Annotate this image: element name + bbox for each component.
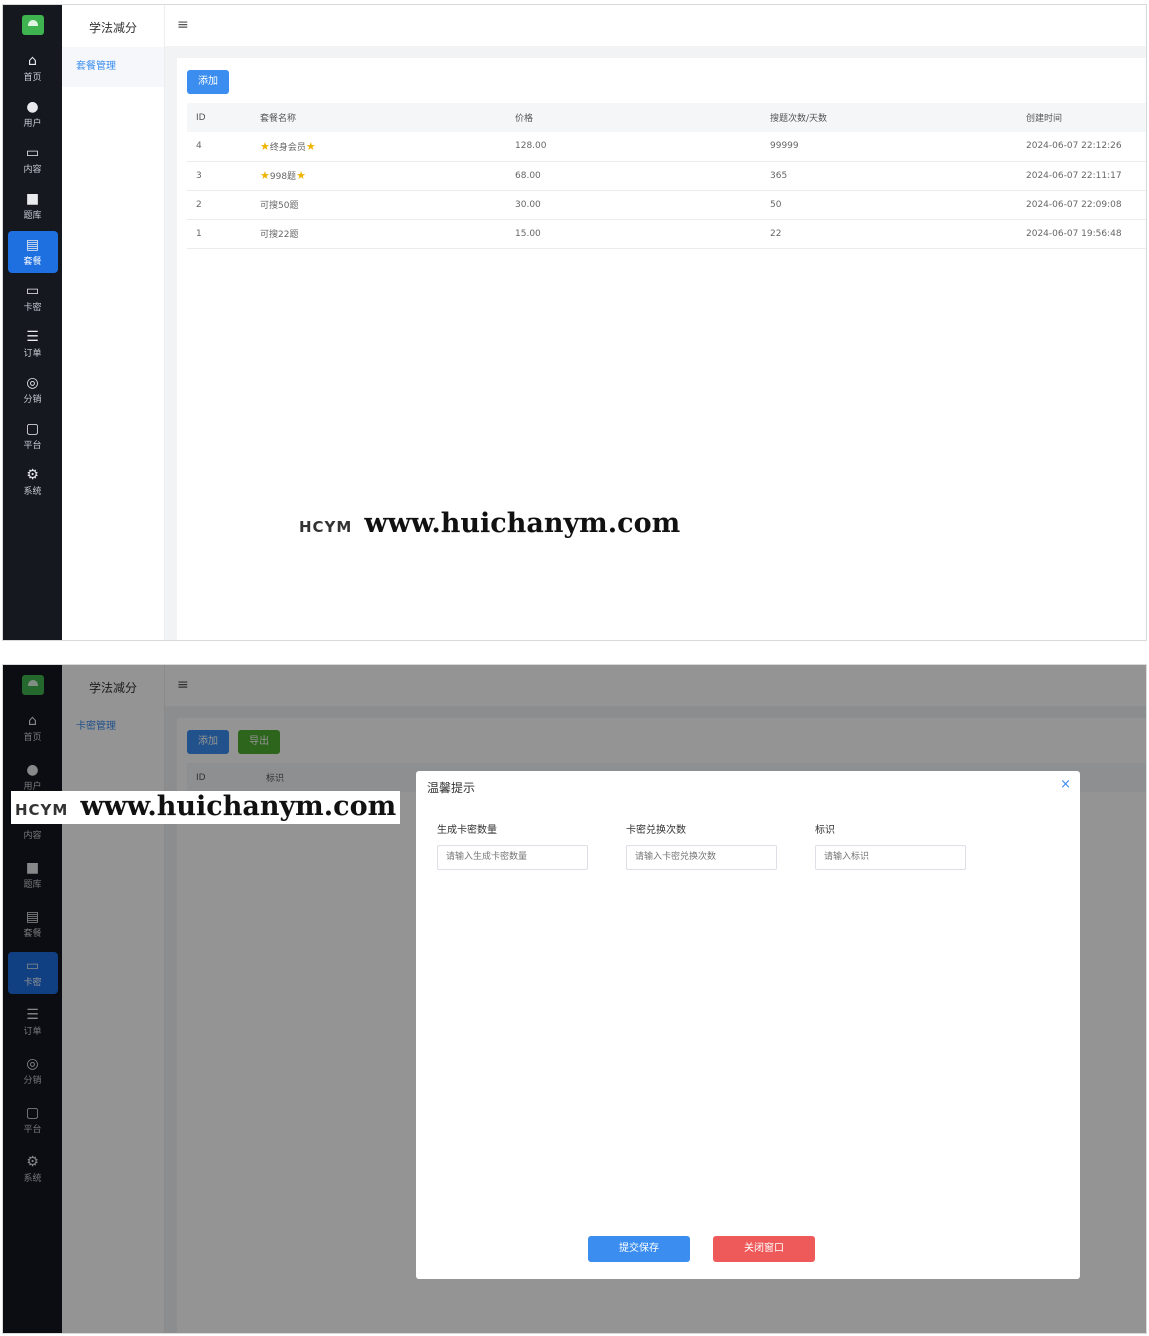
table-row[interactable]: 3 ★998题★ 68.00 365 2024-06-07 22:11:17 <box>187 161 1146 191</box>
home-icon: ⌂ <box>28 53 37 69</box>
column-header: 套餐名称 <box>251 103 506 132</box>
package-name: 998题 <box>269 172 297 182</box>
nav-item-label: 订单 <box>23 349 42 359</box>
nav-item-user[interactable]: ● 用户 <box>8 93 58 135</box>
watermark: HCYM www.huichanym.com <box>299 508 680 539</box>
sub-sidebar: 学法减分 套餐管理 <box>62 5 165 640</box>
menu-toggle-icon[interactable]: ≡ <box>177 17 189 33</box>
redeem-count-input[interactable] <box>626 844 777 870</box>
cell-price: 128.00 <box>506 132 761 162</box>
tag-field: 标识 <box>815 821 966 870</box>
nav-item-currency[interactable]: ◎ 分销 <box>8 369 58 411</box>
dialog-title: 温馨提示 <box>427 781 476 795</box>
column-header: 创建时间 <box>1017 103 1146 132</box>
gear-icon: ⚙ <box>26 467 39 483</box>
cell-name: ★998题★ <box>251 161 506 191</box>
quantity-input[interactable] <box>437 844 588 870</box>
user-icon: ● <box>26 99 39 115</box>
cell-id: 1 <box>187 219 251 249</box>
cell-price: 30.00 <box>506 190 761 220</box>
cell-price: 15.00 <box>506 219 761 249</box>
cell-created: 2024-06-07 22:09:08 <box>1017 190 1146 220</box>
nav-item-label: 首页 <box>23 73 42 83</box>
tag-label: 标识 <box>815 825 835 836</box>
content-card: 添加 ID 套餐名称 价格 搜题次数/天数 创建时间 4 ★终身会员★ 128.00 9999… <box>177 58 1146 640</box>
nav-item-monitor[interactable]: ▢ 平台 <box>8 415 58 457</box>
cell-created: 2024-06-07 22:11:17 <box>1017 161 1146 191</box>
folder-icon: ■ <box>25 191 40 207</box>
close-icon[interactable]: × <box>1060 777 1071 792</box>
nav-item-label: 套餐 <box>23 257 42 267</box>
nav-item-card[interactable]: ▭ 卡密 <box>8 277 58 319</box>
quantity-label: 生成卡密数量 <box>437 825 497 836</box>
star-icon: ★ <box>305 139 316 153</box>
nav-item-label: 题库 <box>23 211 42 221</box>
cell-id: 3 <box>187 161 251 191</box>
table-row[interactable]: 2 可搜50题 30.00 50 2024-06-07 22:09:08 <box>187 190 1146 220</box>
main-area: ≡ 添加 ID 套餐名称 价格 搜题次数/天数 创建时间 4 ★终身会员★ 128.00 99… <box>165 5 1146 640</box>
watermark-logo: HCYM <box>299 518 353 536</box>
column-header: ID <box>187 103 251 132</box>
package-name: 终身会员 <box>269 142 306 153</box>
close-window-button[interactable]: 关闭窗口 <box>713 1236 815 1262</box>
nav-item-label: 卡密 <box>23 303 42 313</box>
redeem-count-label: 卡密兑换次数 <box>626 825 686 836</box>
app-title: 学法减分 <box>88 21 137 35</box>
watermark-url: www.huichanym.com <box>364 508 681 539</box>
cell-count: 50 <box>761 190 1017 220</box>
cell-name: 可搜50题 <box>251 190 506 220</box>
cell-count: 365 <box>761 161 1017 191</box>
cell-name: 可搜22题 <box>251 219 506 249</box>
currency-icon: ◎ <box>26 375 39 391</box>
list-icon: ☰ <box>26 329 39 345</box>
nav-list: ⌂ 首页 ● 用户 ▭ 内容 ■ 题库 ▤ 套餐 ▭ 卡密 ☰ 订单 ◎ 分销 ▢ 平台 ⚙ 系统 <box>3 47 62 503</box>
add-button[interactable]: 添加 <box>187 70 229 94</box>
card-key-management-screen: ⌂首页●用户▭内容■题库▤套餐▭卡密☰订单◎分销▢平台⚙系统 学法减分 卡密管理… <box>2 664 1147 1334</box>
nav-item-folder-open[interactable]: ▭ 内容 <box>8 139 58 181</box>
cell-id: 4 <box>187 132 251 162</box>
star-icon: ★ <box>260 169 270 182</box>
nav-item-label: 平台 <box>23 441 42 451</box>
watermark-logo: HCYM <box>15 801 69 819</box>
cell-id: 2 <box>187 190 251 220</box>
nav-item-label: 内容 <box>23 165 42 175</box>
topbar: ≡ <box>165 5 1146 46</box>
nav-item-label: 分销 <box>23 395 42 405</box>
tag-input[interactable] <box>815 844 966 870</box>
cell-price: 68.00 <box>506 161 761 191</box>
cell-name: ★终身会员★ <box>251 132 506 162</box>
cell-count: 22 <box>761 219 1017 249</box>
cell-created: 2024-06-07 19:56:48 <box>1017 219 1146 249</box>
nav-item-clipboard[interactable]: ▤ 套餐 <box>7 231 58 273</box>
watermark: HCYM www.huichanym.com <box>11 791 401 824</box>
redeem-count-field: 卡密兑换次数 <box>626 821 777 870</box>
nav-item-label: 用户 <box>23 119 42 129</box>
card-icon: ▭ <box>25 283 40 299</box>
cell-count: 99999 <box>761 132 1017 162</box>
folder-open-icon: ▭ <box>25 145 40 161</box>
main-sidebar: ⌂ 首页 ● 用户 ▭ 内容 ■ 题库 ▤ 套餐 ▭ 卡密 ☰ 订单 ◎ 分销 ▢ 平台 ⚙ 系统 <box>3 5 62 640</box>
package-table: ID 套餐名称 价格 搜题次数/天数 创建时间 4 ★终身会员★ 128.00 99999 20… <box>187 103 1146 249</box>
nav-item-list[interactable]: ☰ 订单 <box>8 323 58 365</box>
package-management-screen: ⌂ 首页 ● 用户 ▭ 内容 ■ 题库 ▤ 套餐 ▭ 卡密 ☰ 订单 ◎ 分销 ▢ 平台 ⚙ 系统 学法减分 套餐管理… <box>2 4 1147 641</box>
monitor-icon: ▢ <box>25 421 40 437</box>
nav-item-label: 系统 <box>23 487 42 497</box>
subnav-item-package-management[interactable]: 套餐管理 <box>62 47 164 87</box>
generate-card-key-dialog: 温馨提示 × 生成卡密数量 卡密兑换次数 标识 提交保存 关闭窗口 <box>416 771 1080 1279</box>
app-logo <box>21 15 44 35</box>
nav-item-folder[interactable]: ■ 题库 <box>8 185 58 227</box>
quantity-field: 生成卡密数量 <box>437 821 588 870</box>
star-icon: ★ <box>296 169 306 182</box>
nav-item-gear[interactable]: ⚙ 系统 <box>8 461 58 503</box>
star-icon: ★ <box>260 139 270 153</box>
watermark-url: www.huichanym.com <box>80 791 397 822</box>
table-row[interactable]: 1 可搜22题 15.00 22 2024-06-07 19:56:48 <box>187 219 1146 249</box>
table-row[interactable]: 4 ★终身会员★ 128.00 99999 2024-06-07 22:12:26 <box>187 132 1146 162</box>
column-header: 价格 <box>506 103 761 132</box>
clipboard-icon: ▤ <box>25 237 40 253</box>
column-header: 搜题次数/天数 <box>761 103 1017 132</box>
nav-item-home[interactable]: ⌂ 首页 <box>8 47 58 89</box>
submit-save-button[interactable]: 提交保存 <box>588 1236 690 1262</box>
cell-created: 2024-06-07 22:12:26 <box>1017 132 1146 162</box>
